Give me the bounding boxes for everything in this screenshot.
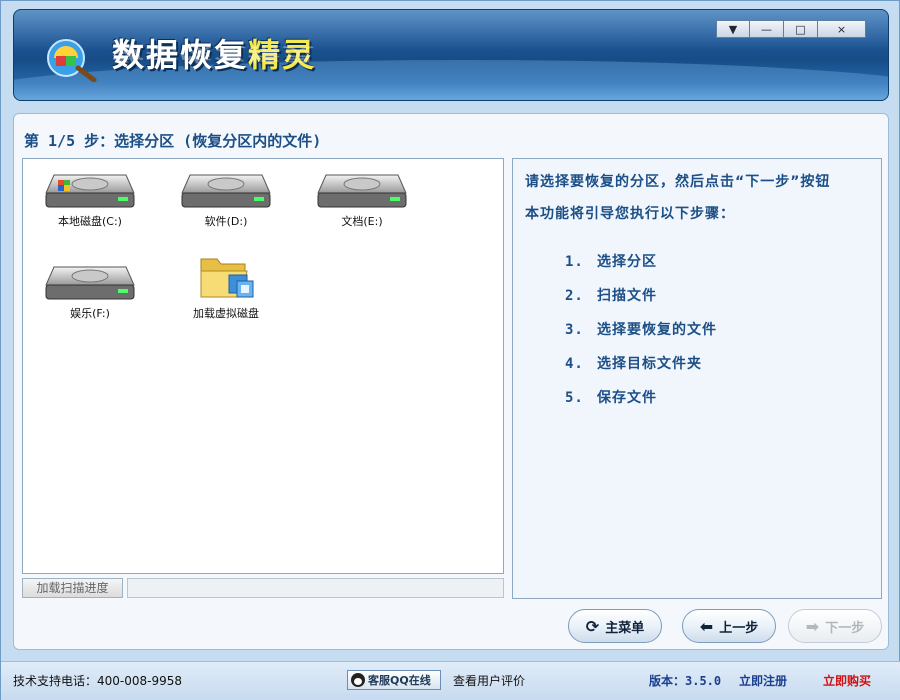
instructions-panel: 请选择要恢复的分区，然后点击“下一步”按钮 本功能将引导您执行以下步骤： 1. 选…: [512, 158, 882, 599]
qq-penguin-icon: [351, 673, 365, 687]
instruction-lead: 本功能将引导您执行以下步骤：: [525, 206, 735, 222]
scan-progress-bar: [127, 578, 504, 598]
drive-label: 文档(E:): [341, 215, 383, 228]
minimize-button[interactable]: —: [750, 20, 784, 38]
drive-item-f[interactable]: 娱乐(F:): [35, 259, 145, 321]
support-phone: 技术支持电话：400-008-9958: [13, 674, 183, 688]
drive-label: 软件(D:): [204, 215, 248, 228]
title-banner: 数据恢复精灵 数据恢复精灵 ▼ — □ ×: [13, 9, 889, 101]
register-link[interactable]: 立即注册: [739, 672, 787, 689]
list-item: 1. 选择分区: [565, 254, 657, 270]
list-item: 3. 选择要恢复的文件: [565, 322, 717, 338]
drive-label: 加载虚拟磁盘: [193, 307, 259, 320]
load-scan-progress-button[interactable]: 加载扫描进度: [22, 578, 123, 598]
main-panel: 第 1/5 步：选择分区 (恢复分区内的文件) 本地磁盘(C:) 软件(D:) …: [13, 113, 889, 650]
main-menu-button[interactable]: ⟳ 主菜单: [568, 609, 662, 643]
step-title: 第 1/5 步：选择分区 (恢复分区内的文件): [24, 132, 322, 150]
data-recovery-logo-icon: [47, 39, 97, 82]
system-drive-icon: [45, 174, 135, 208]
hard-drive-icon: [317, 174, 407, 208]
arrow-right-icon: ➡: [805, 616, 820, 636]
user-reviews-link[interactable]: 查看用户评价: [453, 672, 525, 689]
app-window: 数据恢复精灵 数据恢复精灵 ▼ — □ × 第 1/5 步：选择分区 (恢复分区…: [0, 0, 900, 700]
hard-drive-icon: [45, 266, 135, 300]
arrow-left-icon: ⬅: [699, 616, 714, 636]
hard-drive-icon: [181, 174, 271, 208]
drive-label: 本地磁盘(C:): [58, 215, 122, 228]
next-step-button[interactable]: ➡ 下一步: [788, 609, 882, 643]
step-list: 1. 选择分区 2. 扫描文件 3. 选择要恢复的文件 4. 选择目标文件夹 5. 保存文…: [525, 253, 869, 423]
buy-now-link[interactable]: 立即购买: [823, 672, 871, 689]
status-bar: 技术支持电话：400-008-9958 客服QQ在线 查看用户评价 版本：3.5…: [1, 661, 900, 700]
list-item: 2. 扫描文件: [565, 288, 657, 304]
list-item: 5. 保存文件: [565, 390, 657, 406]
refresh-icon: ⟳: [585, 616, 600, 636]
menu-dropdown-button[interactable]: ▼: [716, 20, 750, 38]
window-controls: ▼ — □ ×: [716, 20, 866, 38]
partition-list[interactable]: 本地磁盘(C:) 软件(D:) 文档(E:) 娱乐(F:) 加载虚拟磁盘: [22, 158, 504, 574]
drive-label: 娱乐(F:): [70, 307, 110, 320]
previous-step-button[interactable]: ⬅ 上一步: [682, 609, 776, 643]
close-button[interactable]: ×: [818, 20, 866, 38]
list-item: 4. 选择目标文件夹: [565, 356, 702, 372]
version-label: 版本：3.5.0: [649, 674, 722, 688]
instruction-intro: 请选择要恢复的分区，然后点击“下一步”按钮: [525, 174, 831, 190]
app-title-reflection: 数据恢复精灵: [112, 43, 317, 65]
maximize-button[interactable]: □: [784, 20, 818, 38]
virtual-disk-folder-icon: [200, 258, 254, 298]
qq-online-button[interactable]: 客服QQ在线: [347, 670, 441, 690]
drive-item-e[interactable]: 文档(E:): [307, 167, 417, 229]
load-virtual-disk-item[interactable]: 加载虚拟磁盘: [171, 251, 281, 321]
drive-item-c[interactable]: 本地磁盘(C:): [35, 167, 145, 229]
drive-item-d[interactable]: 软件(D:): [171, 167, 281, 229]
